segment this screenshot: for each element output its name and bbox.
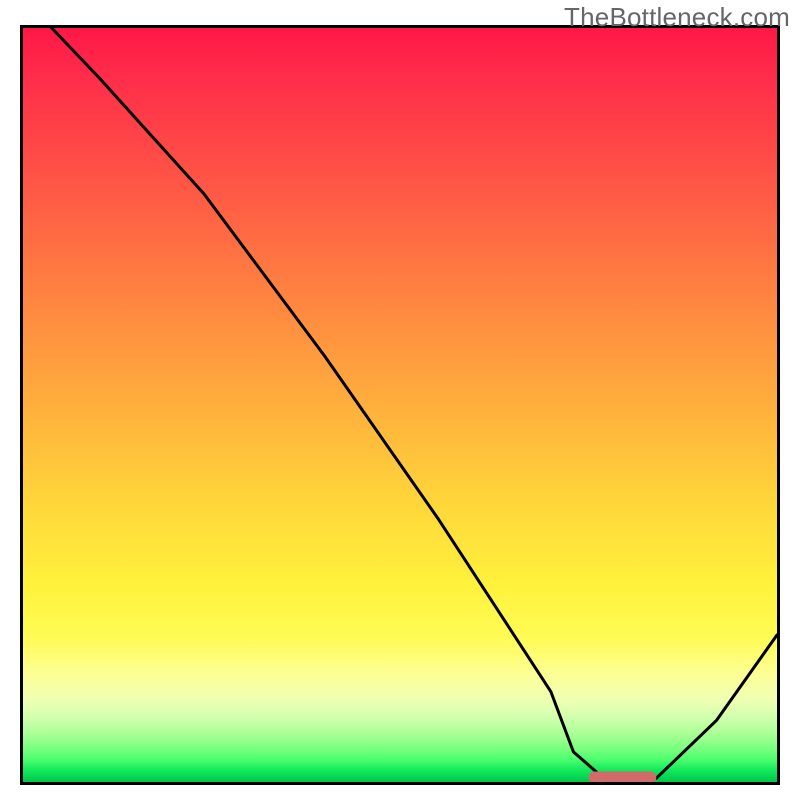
plot-area [20, 25, 780, 785]
watermark-text: TheBottleneck.com [564, 2, 790, 33]
gradient-background [23, 28, 777, 782]
figure-root: TheBottleneck.com [0, 0, 800, 800]
